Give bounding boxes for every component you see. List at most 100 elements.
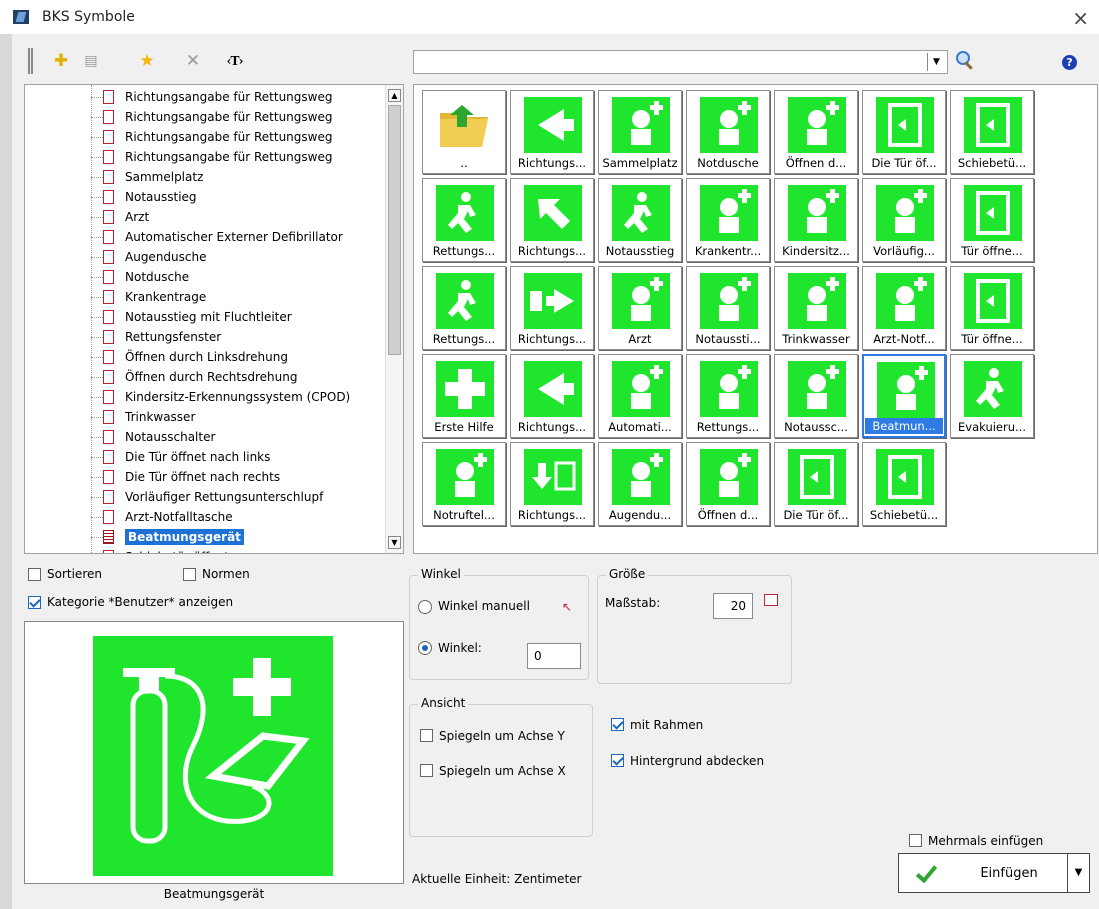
tree-item[interactable]: Rettungsfenster <box>103 327 221 347</box>
symbol-tile[interactable]: Augendu... <box>598 442 682 526</box>
symbol-tile[interactable]: Richtungs... <box>510 354 594 438</box>
symbol-tile[interactable]: Rettungs... <box>422 266 506 350</box>
text-icon[interactable]: ‹T› <box>224 50 246 72</box>
symbol-tile[interactable]: Öffnen d... <box>686 442 770 526</box>
symbol-tile[interactable]: Tür öffne... <box>950 178 1034 262</box>
search-icon[interactable] <box>954 50 976 72</box>
tree-branch-line <box>91 537 103 538</box>
search-input[interactable] <box>416 53 921 71</box>
symbol-tile[interactable]: Notausstieg <box>598 178 682 262</box>
list-icon[interactable]: ▤ <box>80 50 102 72</box>
category-checkbox[interactable] <box>28 596 41 609</box>
tree-item[interactable]: Arzt-Notfalltasche <box>103 507 233 527</box>
tree-item[interactable]: Augendusche <box>103 247 206 267</box>
symbol-tile[interactable]: Erste Hilfe <box>422 354 506 438</box>
frame-label: mit Rahmen <box>630 718 704 732</box>
symbol-tile-label: Sammelplatz <box>602 156 678 170</box>
tree-item[interactable]: Kindersitz-Erkennungssystem (CPOD) <box>103 387 350 407</box>
sort-checkbox[interactable] <box>28 568 41 581</box>
symbol-tile[interactable]: Tür öffne... <box>950 266 1034 350</box>
symbol-tile[interactable]: Sammelplatz <box>598 90 682 174</box>
tree-item[interactable]: Arzt <box>103 207 149 227</box>
tree-item[interactable]: Richtungsangabe für Rettungsweg <box>103 147 332 167</box>
symbol-tile[interactable]: Öffnen d... <box>774 90 858 174</box>
category-label: Kategorie *Benutzer* anzeigen <box>47 595 234 609</box>
tree-item[interactable]: Schiebetür öffnet <box>103 547 229 553</box>
symbol-tile[interactable]: Notaussti... <box>686 266 770 350</box>
help-icon[interactable]: ? <box>1062 55 1077 70</box>
symbol-tile[interactable]: Schiebetü... <box>862 442 946 526</box>
unit-text: Aktuelle Einheit: Zentimeter <box>412 872 582 886</box>
tree-item[interactable]: Richtungsangabe für Rettungsweg <box>103 127 332 147</box>
angle-radio[interactable] <box>418 641 432 655</box>
symbol-tile[interactable]: Die Tür öf... <box>774 442 858 526</box>
symbol-tile[interactable]: Notruftel... <box>422 442 506 526</box>
manual-angle-radio[interactable] <box>418 600 432 614</box>
tree-item[interactable]: Krankentrage <box>103 287 206 307</box>
tree-scrollbar[interactable]: ▲ ▼ <box>385 85 403 553</box>
tree-item[interactable]: Richtungsangabe für Rettungsweg <box>103 87 332 107</box>
symbol-tile[interactable]: Schiebetü... <box>950 90 1034 174</box>
insert-dropdown-icon[interactable]: ▼ <box>1067 854 1089 892</box>
symbol-grid[interactable]: .. Richtungs... Sammelplatz Notdusche Öffnen… <box>413 84 1098 554</box>
tree-item[interactable]: Öffnen durch Rechtsdrehung <box>103 367 297 387</box>
tree-item[interactable]: Richtungsangabe für Rettungsweg <box>103 107 332 127</box>
close-icon[interactable]: × <box>1072 6 1089 30</box>
mirror-y-checkbox[interactable] <box>420 729 433 742</box>
multi-insert-checkbox[interactable] <box>909 834 922 847</box>
tree-item[interactable]: Automatischer Externer Defibrillator <box>103 227 343 247</box>
tree-item[interactable]: Trinkwasser <box>103 407 195 427</box>
delete-icon[interactable]: ✕ <box>182 50 204 72</box>
tree-item[interactable]: Notdusche <box>103 267 189 287</box>
scroll-up-icon[interactable]: ▲ <box>388 89 401 102</box>
angle-input[interactable]: 0 <box>527 643 581 669</box>
symbol-tile[interactable]: Rettungs... <box>686 354 770 438</box>
tree-item[interactable]: Die Tür öffnet nach rechts <box>103 467 280 487</box>
tree-item[interactable]: Vorläufiger Rettungsunterschlupf <box>103 487 323 507</box>
symbol-tile[interactable]: Rettungs... <box>422 178 506 262</box>
frame-checkbox[interactable] <box>611 718 624 731</box>
symbol-tile[interactable]: Kindersitz... <box>774 178 858 262</box>
scale-input[interactable]: 20 <box>713 593 753 619</box>
scroll-down-icon[interactable]: ▼ <box>388 536 401 549</box>
symbol-tree[interactable]: Richtungsangabe für Rettungsweg Richtungs… <box>24 84 404 554</box>
background-checkbox[interactable] <box>611 754 624 767</box>
rotate-open-icon <box>700 449 758 505</box>
plus-icon[interactable]: ✚ <box>50 50 72 72</box>
symbol-tile[interactable]: Arzt <box>598 266 682 350</box>
symbol-tile[interactable]: Notdusche <box>686 90 770 174</box>
symbol-tile[interactable]: Trinkwasser <box>774 266 858 350</box>
chevron-down-icon[interactable]: ▼ <box>927 53 945 71</box>
tree-item[interactable]: Notausstieg mit Fluchtleiter <box>103 307 292 327</box>
tree-item[interactable]: Sammelplatz <box>103 167 203 187</box>
pick-scale-icon[interactable] <box>764 594 778 606</box>
symbol-tile[interactable]: Die Tür öf... <box>862 90 946 174</box>
symbol-tile[interactable]: Richtungs... <box>510 90 594 174</box>
symbol-tile[interactable]: .. <box>422 90 506 174</box>
symbol-tile[interactable]: Richtungs... <box>510 442 594 526</box>
search-combobox[interactable]: ▼ <box>413 50 948 74</box>
pick-angle-icon[interactable]: ↖ <box>562 600 576 616</box>
star-icon[interactable]: ★ <box>136 50 158 72</box>
mirror-x-checkbox[interactable] <box>420 764 433 777</box>
symbol-tile[interactable]: Notaussc... <box>774 354 858 438</box>
symbol-tile[interactable]: Richtungs... <box>510 266 594 350</box>
tree-item[interactable]: Öffnen durch Linksdrehung <box>103 347 288 367</box>
symbol-tile[interactable]: Automati... <box>598 354 682 438</box>
norms-checkbox[interactable] <box>183 568 196 581</box>
symbol-tile[interactable]: Vorläufig... <box>862 178 946 262</box>
symbol-tile[interactable]: Arzt-Notf... <box>862 266 946 350</box>
tree-item[interactable]: Notausschalter <box>103 427 215 447</box>
symbol-tile[interactable]: Beatmun... <box>862 354 946 438</box>
scroll-thumb[interactable] <box>388 105 401 355</box>
tree-item[interactable]: Beatmungsgerät <box>103 527 244 547</box>
tree-item[interactable]: Die Tür öffnet nach links <box>103 447 270 467</box>
document-icon <box>103 530 114 544</box>
symbol-tile[interactable]: Richtungs... <box>510 178 594 262</box>
emergency-shower-icon <box>700 97 758 153</box>
symbol-tile[interactable]: Evakuieru... <box>950 354 1034 438</box>
tree-item[interactable]: Notausstieg <box>103 187 197 207</box>
symbol-tile[interactable]: Krankentr... <box>686 178 770 262</box>
toolbar-grip[interactable] <box>28 48 33 74</box>
insert-button[interactable]: Einfügen ▼ <box>898 853 1090 893</box>
